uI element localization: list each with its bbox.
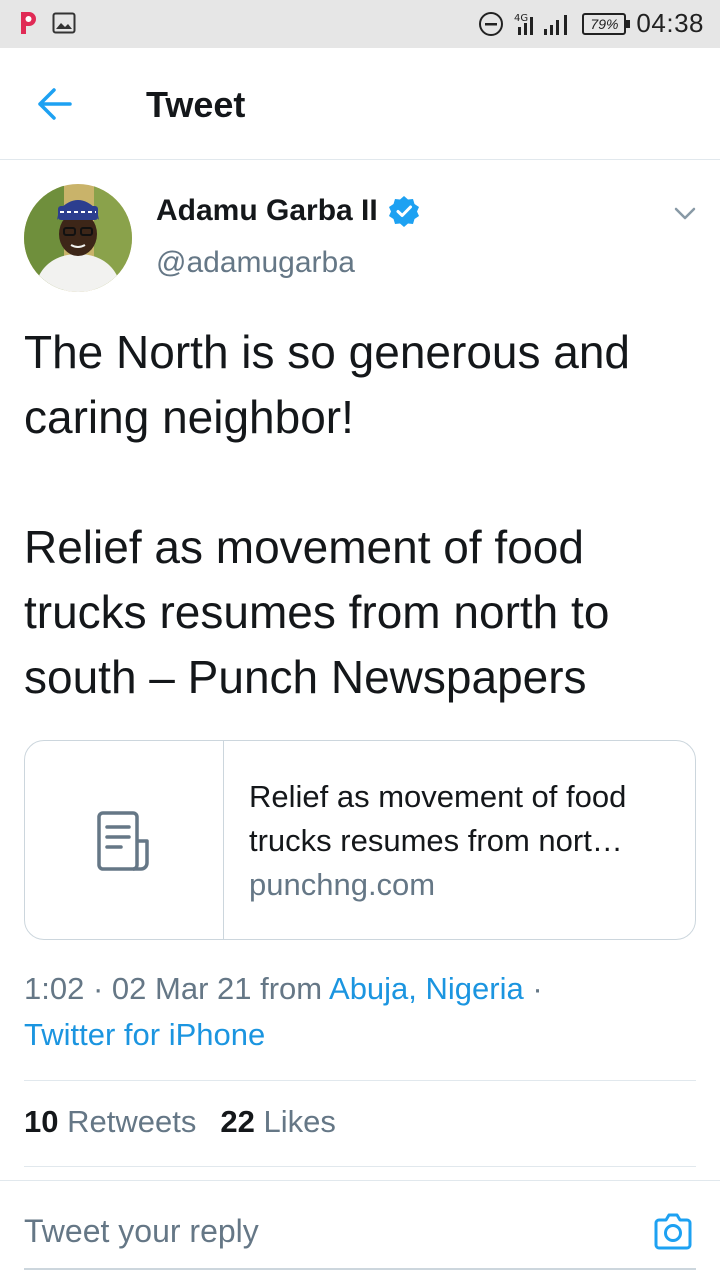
chevron-down-icon[interactable] — [672, 200, 698, 226]
card-title: Relief as movement of food trucks resume… — [249, 779, 627, 858]
divider — [24, 1080, 696, 1081]
author-name[interactable]: Adamu Garba II — [156, 194, 420, 228]
reply-underline — [24, 1268, 696, 1270]
document-icon — [97, 811, 149, 871]
tweet-time: 1:02 — [24, 971, 85, 1006]
status-bar: 4G 79% 04:38 — [0, 0, 720, 48]
card-domain: punchng.com — [249, 867, 436, 902]
gallery-icon — [52, 12, 76, 34]
likes-label: Likes — [263, 1104, 336, 1139]
network-type: 4G — [514, 13, 528, 24]
status-bar-left — [18, 10, 76, 36]
reply-input[interactable]: Tweet your reply — [24, 1213, 259, 1250]
location-link[interactable]: Abuja, Nigeria — [329, 971, 524, 1006]
status-bar-right: 4G 79% 04:38 — [478, 8, 704, 39]
retweets-label: Retweets — [67, 1104, 197, 1139]
card-thumbnail — [25, 741, 224, 939]
top-app-bar: Tweet — [0, 48, 720, 160]
verified-badge-icon — [388, 196, 419, 227]
reply-bar: Tweet your reply — [0, 1180, 720, 1280]
link-preview-card[interactable]: Relief as movement of food trucks resume… — [24, 740, 696, 940]
camera-icon[interactable] — [652, 1211, 694, 1251]
likes-count: 22 — [220, 1104, 255, 1139]
from-label: from — [260, 971, 323, 1006]
tweet-stats: 10 Retweets 22 Likes — [24, 1104, 336, 1140]
avatar[interactable] — [24, 184, 132, 292]
back-arrow-icon[interactable] — [36, 86, 74, 122]
tweet-text: The North is so generous and caring neig… — [24, 326, 631, 703]
author-name-text: Adamu Garba II — [156, 194, 378, 227]
battery-indicator: 79% — [582, 12, 631, 35]
page-title: Tweet — [146, 84, 246, 125]
avatar-image — [24, 184, 132, 292]
likes-stat[interactable]: 22 Likes — [220, 1104, 335, 1140]
author-handle[interactable]: @adamugarba — [156, 246, 355, 280]
tweet-meta: 1:02 · 02 Mar 21 from Abuja, Nigeria · T… — [24, 971, 543, 1052]
divider — [24, 1166, 696, 1167]
status-time: 04:38 — [636, 8, 704, 38]
signal-icon: 4G — [514, 13, 568, 35]
dnd-icon — [479, 11, 504, 36]
source-link[interactable]: Twitter for iPhone — [24, 1017, 265, 1052]
tweet-date: 02 Mar 21 — [111, 971, 252, 1006]
retweets-count: 10 — [24, 1104, 59, 1139]
app-p-icon — [21, 12, 36, 34]
retweets-stat[interactable]: 10 Retweets — [24, 1104, 196, 1140]
